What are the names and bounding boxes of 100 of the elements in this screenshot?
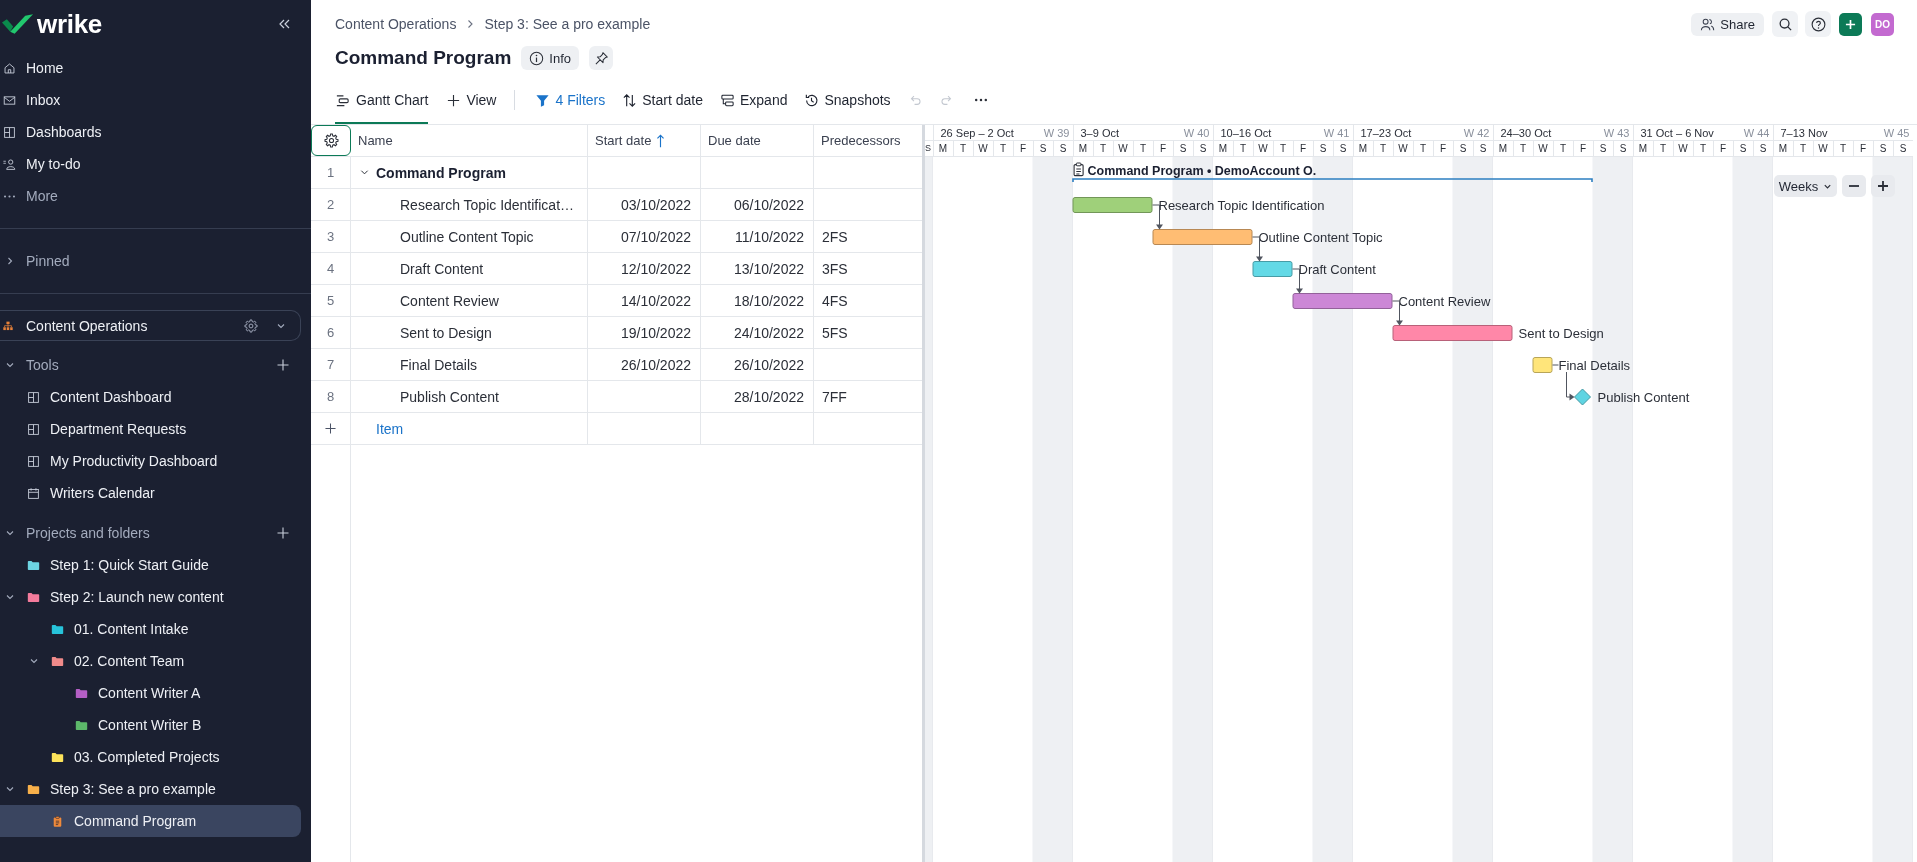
- nav-item[interactable]: Inbox: [0, 84, 311, 116]
- history-icon: [804, 92, 820, 108]
- day-label: T: [1692, 141, 1713, 156]
- week-label: 17–23 Oct: [1360, 126, 1412, 139]
- org-chart-icon: [3, 320, 13, 331]
- task-name[interactable]: Final Details: [400, 356, 478, 373]
- row-number: 4: [311, 253, 351, 284]
- day-label: T: [1232, 141, 1253, 156]
- tree-item[interactable]: Step 1: Quick Start Guide: [0, 549, 301, 581]
- nav-item[interactable]: My to-do: [0, 148, 311, 180]
- info-button[interactable]: Info: [521, 46, 579, 70]
- table-settings-button[interactable]: [311, 125, 351, 156]
- chevron-icon[interactable]: [5, 360, 15, 370]
- day-label: F: [1572, 141, 1593, 156]
- section-title[interactable]: Pinned: [26, 253, 289, 269]
- table-cell: 18/10/2022: [701, 285, 814, 316]
- day-label: T: [1092, 141, 1113, 156]
- task-name[interactable]: Content Review: [400, 292, 499, 309]
- day-label: T: [952, 141, 973, 156]
- help-button[interactable]: [1805, 11, 1831, 37]
- section-title[interactable]: Projects and folders: [26, 525, 266, 541]
- chevron-icon[interactable]: [5, 784, 15, 794]
- week-number: W 45: [1883, 126, 1910, 139]
- pin-button[interactable]: [589, 46, 613, 70]
- column-header[interactable]: Due date: [701, 125, 814, 156]
- settings-icon[interactable]: [244, 318, 258, 333]
- table-cell-text: 5FS: [821, 323, 849, 343]
- day-label: F: [1432, 141, 1453, 156]
- chevron-icon[interactable]: [29, 656, 39, 666]
- sort-arrow-icon: [656, 133, 666, 148]
- task-name[interactable]: Draft Content: [400, 260, 484, 277]
- create-button[interactable]: [1839, 12, 1862, 36]
- day-label: M: [1212, 141, 1233, 156]
- chevron-icon[interactable]: [5, 592, 15, 602]
- tool-item[interactable]: My Productivity Dashboard: [0, 445, 311, 477]
- breadcrumb-link[interactable]: Content Operations: [335, 16, 457, 32]
- row-number: 7: [311, 349, 351, 380]
- column-header[interactable]: Start date: [588, 125, 701, 156]
- share-button[interactable]: Share: [1691, 12, 1764, 36]
- sort-button[interactable]: Start date: [622, 80, 703, 124]
- add-view-button[interactable]: View: [446, 80, 497, 124]
- double-chevron-icon[interactable]: [278, 19, 290, 29]
- plus-icon[interactable]: [325, 423, 336, 434]
- filter-button[interactable]: 4 Filters: [535, 80, 606, 124]
- day-label: S: [1032, 141, 1053, 156]
- task-name[interactable]: Command Program: [376, 164, 506, 181]
- day-label: T: [1132, 141, 1153, 156]
- day-label: S: [1452, 141, 1473, 156]
- task-name[interactable]: Outline Content Topic: [400, 228, 534, 245]
- home-icon: [3, 61, 16, 75]
- week-label: 10–16 Oct: [1220, 126, 1272, 139]
- task-name[interactable]: Sent to Design: [400, 324, 492, 341]
- tree-item[interactable]: 02. Content Team: [0, 645, 301, 677]
- zoom-out-button[interactable]: [1842, 175, 1866, 197]
- space-selector[interactable]: Content Operations: [0, 310, 301, 341]
- column-header[interactable]: Name: [351, 125, 588, 156]
- task-name[interactable]: Research Topic Identificat…: [400, 196, 575, 213]
- day-label: W: [1392, 141, 1413, 156]
- chevron-icon[interactable]: [5, 256, 15, 266]
- chevron-icon[interactable]: [360, 168, 369, 177]
- search-button[interactable]: [1772, 11, 1798, 37]
- column-header[interactable]: Predecessors: [814, 125, 922, 156]
- breadcrumb-link[interactable]: Step 3: See a pro example: [484, 16, 651, 32]
- dashboard-icon: [27, 454, 40, 468]
- tree-item[interactable]: Step 3: See a pro example: [0, 773, 301, 805]
- tree-item[interactable]: Content Writer B: [0, 709, 301, 741]
- tool-item[interactable]: Content Dashboard: [0, 381, 311, 413]
- logo-text: wrike: [37, 11, 102, 37]
- nav-item[interactable]: Home: [0, 52, 311, 84]
- day-label: T: [1272, 141, 1293, 156]
- snapshots-button[interactable]: Snapshots: [804, 80, 891, 124]
- tool-item[interactable]: Writers Calendar: [0, 477, 311, 509]
- chevron-icon[interactable]: [5, 528, 15, 538]
- tree-item[interactable]: Content Writer A: [0, 677, 301, 709]
- week-label: 31 Oct – 6 Nov: [1640, 126, 1714, 139]
- tool-item[interactable]: Department Requests: [0, 413, 311, 445]
- task-name[interactable]: Publish Content: [400, 388, 499, 405]
- day-label: F: [1852, 141, 1873, 156]
- day-label: W: [1112, 141, 1133, 156]
- tree-item[interactable]: Step 2: Launch new content: [0, 581, 301, 613]
- section-title[interactable]: Tools: [26, 357, 266, 373]
- nav-item[interactable]: Dashboards: [0, 116, 311, 148]
- tree-item[interactable]: 03. Completed Projects: [0, 741, 301, 773]
- expand-button[interactable]: Expand: [719, 80, 788, 124]
- zoom-in-button[interactable]: [1871, 175, 1895, 197]
- day-label: S: [1892, 141, 1913, 156]
- scale-dropdown[interactable]: Weeks: [1774, 175, 1837, 197]
- view-tab[interactable]: Gantt Chart: [335, 80, 429, 124]
- tree-item[interactable]: Command Program: [0, 805, 301, 837]
- day-label: M: [1632, 141, 1653, 156]
- tree-item[interactable]: 01. Content Intake: [0, 613, 301, 645]
- summary-label: Command Program • DemoAccount O.: [1087, 163, 1317, 178]
- day-label: S: [1732, 141, 1753, 156]
- nav-item[interactable]: More: [0, 180, 311, 212]
- calendar-icon: [27, 486, 40, 500]
- add-item-link[interactable]: Item: [376, 420, 404, 437]
- table-cell: 11/10/2022: [701, 221, 814, 252]
- summary-bar[interactable]: [1072, 178, 1593, 183]
- bar-label: Outline Content Topic: [1258, 229, 1383, 245]
- table-cell-text: 7FF: [821, 387, 848, 407]
